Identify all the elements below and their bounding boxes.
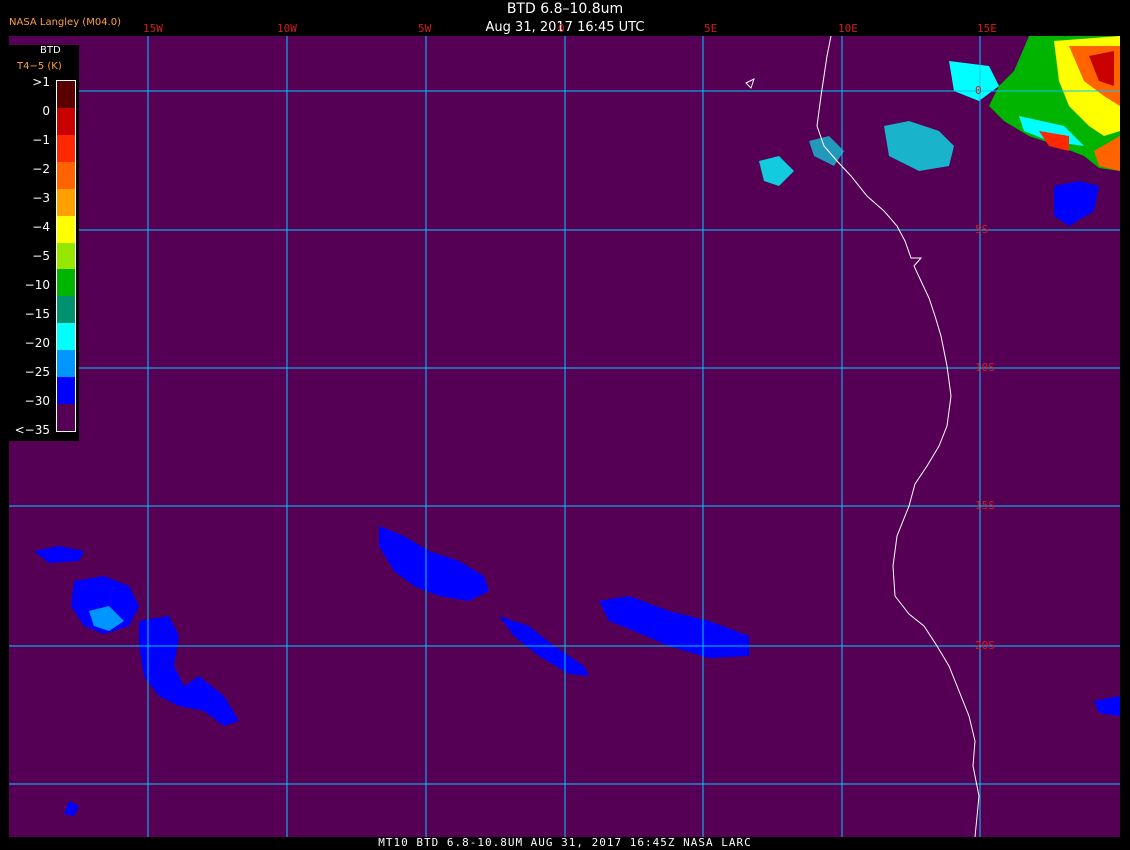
legend-swatch — [57, 242, 75, 270]
legend-label: −2 — [32, 162, 50, 176]
legend-swatch — [57, 296, 75, 324]
legend-swatch — [57, 377, 75, 405]
legend-swatch — [57, 81, 75, 108]
lon-label-0: 0 — [558, 22, 565, 35]
legend-label: >1 — [32, 75, 50, 89]
satellite-map — [9, 36, 1120, 837]
lon-label-10w: 10W — [277, 22, 297, 35]
legend-swatch — [57, 161, 75, 189]
legend-label: −30 — [24, 394, 50, 408]
legend-swatch — [57, 350, 75, 378]
legend-label: −10 — [24, 278, 50, 292]
image-timestamp: Aug 31, 2017 16:45 UTC — [485, 20, 645, 35]
org-label: NASA Langley (M04.0) — [9, 17, 121, 28]
lon-label-15e: 15E — [977, 22, 997, 35]
lat-label-10s: 10S — [975, 361, 995, 374]
legend-label: −1 — [32, 133, 50, 147]
legend-label: −5 — [32, 249, 50, 263]
image-title: BTD 6.8–10.8um — [506, 1, 624, 17]
lat-label-5s: 5S — [975, 223, 989, 236]
lon-label-15w: 15W — [143, 22, 163, 35]
legend-label: 0 — [42, 104, 50, 118]
lat-label-15s: 15S — [975, 499, 995, 512]
lon-label-5w: 5W — [418, 22, 432, 35]
legend-title: BTD — [40, 45, 61, 56]
legend-label: <−35 — [14, 423, 50, 437]
legend-swatch — [57, 188, 75, 216]
legend-label: −4 — [32, 220, 50, 234]
legend-swatch — [57, 323, 75, 351]
legend-swatch — [57, 107, 75, 135]
lat-label-0: 0 — [975, 84, 982, 97]
legend-label: −15 — [24, 307, 50, 321]
legend-subtitle: T4−5 (K) — [17, 61, 62, 72]
legend-label: −20 — [24, 336, 50, 350]
legend-swatch — [57, 269, 75, 297]
lon-label-5e: 5E — [704, 22, 718, 35]
legend-label: −25 — [24, 365, 50, 379]
lat-label-20s: 20S — [975, 639, 995, 652]
legend-swatch — [57, 215, 75, 243]
legend-swatch — [57, 404, 75, 431]
lon-label-10e: 10E — [838, 22, 858, 35]
legend-swatch — [57, 134, 75, 162]
legend-label: −3 — [32, 191, 50, 205]
legend-colorbar — [56, 80, 76, 432]
footer-caption: MT10 BTD 6.8-10.8UM AUG 31, 2017 16:45Z … — [378, 836, 752, 849]
